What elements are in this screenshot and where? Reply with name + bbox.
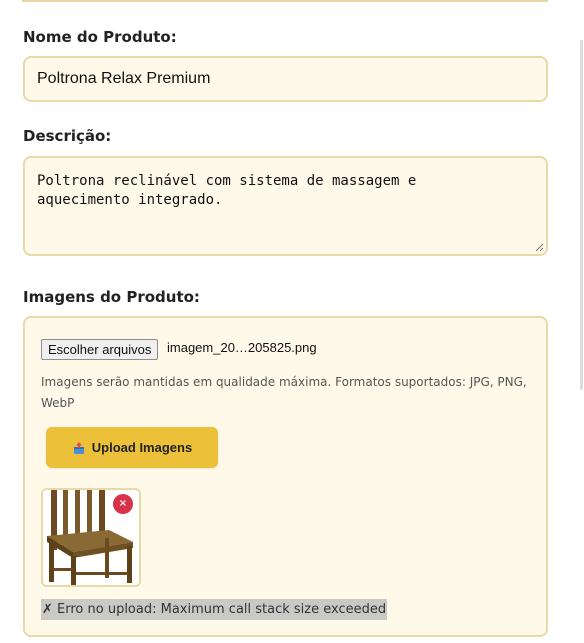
upload-images-button[interactable]: Upload Imagens bbox=[46, 427, 218, 468]
product-images-label: Imagens do Produto: bbox=[23, 288, 200, 306]
description-field: Poltrona reclinável com sistema de massa… bbox=[23, 156, 548, 256]
resize-grip-icon[interactable] bbox=[535, 243, 544, 252]
upload-images-label: Upload Imagens bbox=[91, 440, 193, 455]
product-name-field bbox=[23, 56, 548, 102]
remove-image-button[interactable]: × bbox=[113, 494, 133, 514]
scrollbar-thumb[interactable] bbox=[580, 40, 583, 390]
close-icon: × bbox=[118, 498, 128, 509]
section-divider bbox=[22, 0, 548, 2]
description-textarea[interactable]: Poltrona reclinável com sistema de massa… bbox=[25, 158, 546, 254]
box-upload-icon bbox=[73, 441, 84, 454]
product-name-input[interactable] bbox=[25, 58, 546, 100]
image-format-help: Imagens serão mantidas em qualidade máxi… bbox=[41, 375, 527, 410]
product-name-label: Nome do Produto: bbox=[23, 28, 177, 46]
description-label: Descrição: bbox=[23, 127, 112, 145]
choose-files-button[interactable]: Escolher arquivos bbox=[41, 339, 159, 360]
selected-file-name: imagem_20…205825.png bbox=[167, 340, 317, 355]
product-images-panel: Escolher arquivos imagem_20…205825.png I… bbox=[23, 316, 548, 637]
upload-error-message: ✗ Erro no upload: Maximum call stack siz… bbox=[41, 599, 388, 620]
